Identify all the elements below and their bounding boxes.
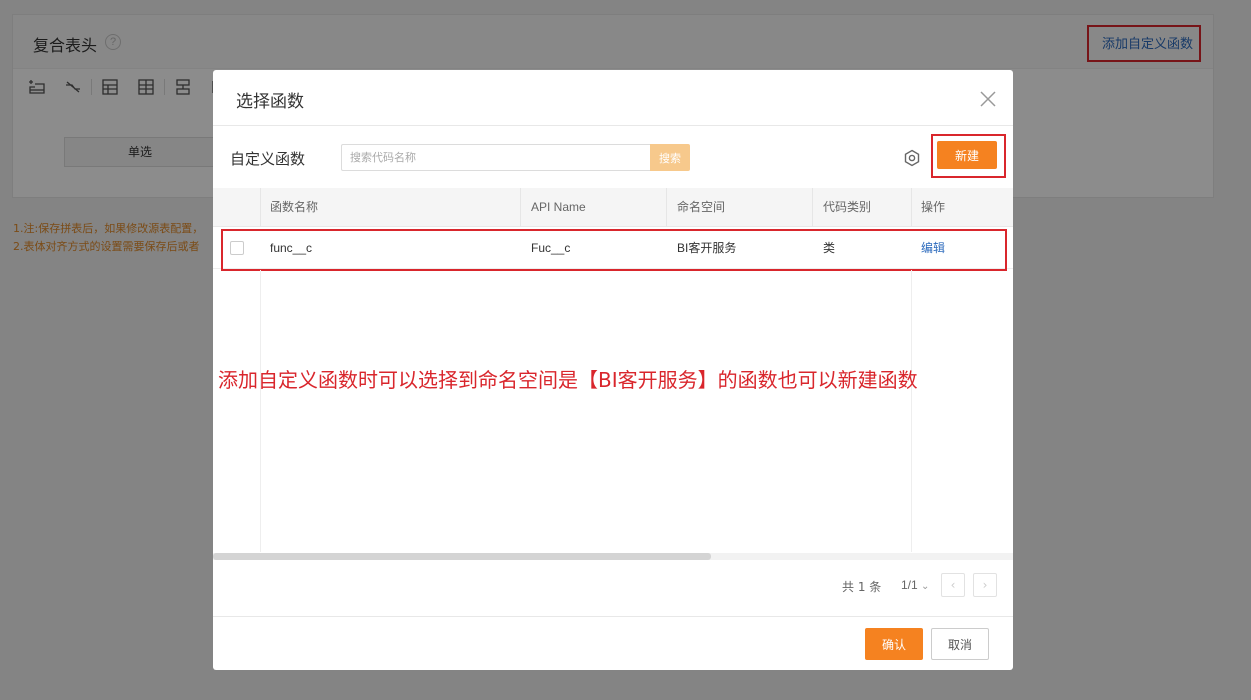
next-page-button[interactable]: › — [973, 573, 997, 597]
column-divider — [911, 188, 912, 227]
dialog-header: 选择函数 — [213, 70, 1013, 126]
prev-page-button[interactable]: ‹ — [941, 573, 965, 597]
settings-icon[interactable] — [902, 148, 922, 168]
column-guide-line — [911, 270, 912, 552]
functions-table: 函数名称 API Name 命名空间 代码类别 操作 func__c Fuc__… — [213, 188, 1013, 554]
page-indicator[interactable]: 1/1 ⌄ — [901, 578, 929, 592]
search-button[interactable]: 搜索 — [650, 144, 690, 171]
column-guide-line — [260, 270, 261, 552]
horizontal-scrollbar[interactable] — [213, 553, 1013, 560]
column-header-namespace: 命名空间 — [677, 200, 726, 214]
search-input[interactable] — [341, 144, 650, 171]
confirm-button[interactable]: 确认 — [865, 628, 923, 660]
pagination: 共 1 条 1/1 ⌄ ‹ › — [213, 560, 1013, 617]
column-header-api-name: API Name — [531, 200, 586, 214]
page-number: 1/1 — [901, 578, 918, 592]
cancel-button[interactable]: 取消 — [931, 628, 989, 660]
highlight-box-row — [221, 229, 1007, 271]
chevron-down-icon: ⌄ — [921, 581, 930, 592]
new-button[interactable]: 新建 — [937, 141, 997, 169]
column-header-name: 函数名称 — [270, 200, 319, 214]
custom-function-label: 自定义函数 — [230, 150, 306, 168]
column-divider — [260, 188, 261, 227]
select-function-dialog: 选择函数 自定义函数 搜索 新建 函数名称 API Name 命名空间 代码类别… — [213, 70, 1013, 670]
column-header-category: 代码类别 — [823, 200, 872, 214]
table-header: 函数名称 API Name 命名空间 代码类别 操作 — [213, 188, 1013, 227]
column-header-action: 操作 — [921, 200, 946, 214]
column-divider — [666, 188, 667, 227]
column-divider — [812, 188, 813, 227]
total-count: 共 1 条 — [842, 580, 882, 594]
column-divider — [520, 188, 521, 227]
dialog-footer: 确认 取消 — [213, 617, 1013, 670]
search-row: 自定义函数 搜索 新建 — [213, 126, 1013, 188]
scrollbar-thumb[interactable] — [213, 553, 711, 560]
dialog-title: 选择函数 — [236, 92, 304, 112]
close-icon[interactable] — [979, 90, 997, 108]
annotation-text: 添加自定义函数时可以选择到命名空间是【BI客开服务】的函数也可以新建函数 — [218, 368, 918, 392]
